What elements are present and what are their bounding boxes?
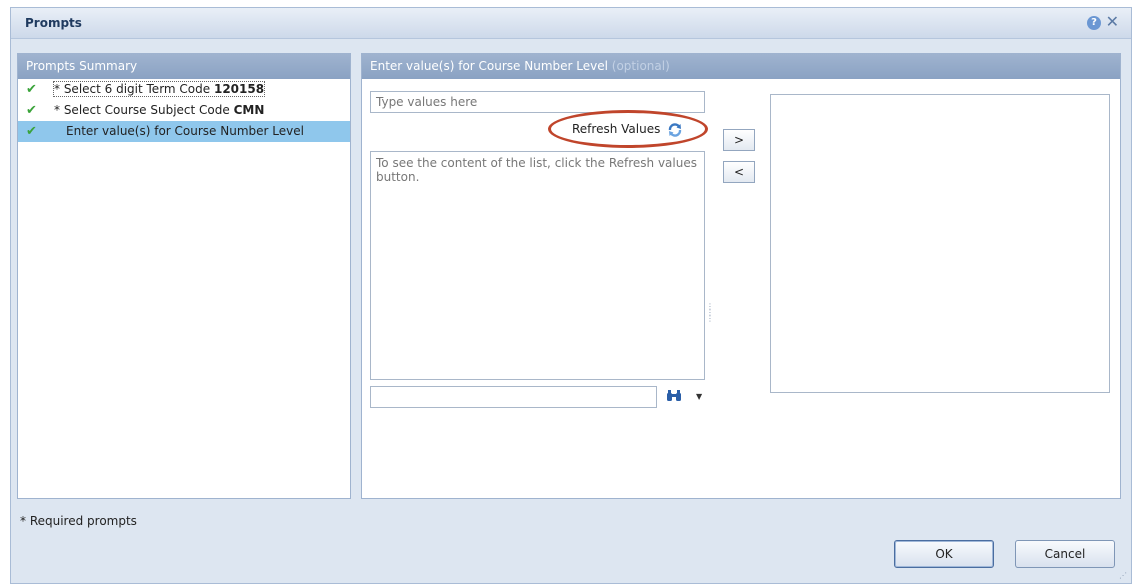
list-hint-text: To see the content of the list, click th… (376, 156, 697, 184)
binoculars-icon[interactable] (666, 389, 682, 407)
prompts-dialog: Prompts ? ✕ Prompts Summary ✔ * Select 6… (10, 7, 1132, 584)
remove-value-button[interactable]: < (723, 161, 755, 183)
prompts-summary-header: Prompts Summary (18, 54, 350, 79)
dialog-title: Prompts (25, 16, 82, 30)
ok-button[interactable]: OK (894, 540, 994, 568)
prompt-item-label: * Select 6 digit Term Code (54, 82, 214, 96)
prompt-item-label: Enter value(s) for Course Number Level (66, 124, 304, 138)
cancel-button[interactable]: Cancel (1015, 540, 1115, 568)
value-entry-title: Enter value(s) for Course Number Level (370, 59, 608, 73)
add-value-button[interactable]: > (723, 129, 755, 151)
search-input[interactable] (370, 386, 657, 408)
close-icon[interactable]: ✕ (1106, 13, 1119, 31)
splitter-handle[interactable]: ⋮ ⋮ ⋮ (706, 303, 714, 344)
prompt-item-course-number-level[interactable]: ✔ Enter value(s) for Course Number Level (18, 121, 350, 142)
check-icon: ✔ (26, 124, 37, 139)
check-icon: ✔ (26, 82, 37, 97)
refresh-values-button[interactable]: Refresh Values (572, 119, 683, 139)
selected-values-list[interactable] (770, 94, 1110, 393)
prompt-item-term-code[interactable]: ✔ * Select 6 digit Term Code 120158 (18, 79, 350, 100)
refresh-values-label: Refresh Values (572, 122, 661, 136)
help-icon[interactable]: ? (1087, 16, 1101, 30)
type-values-input[interactable]: Type values here (370, 91, 705, 113)
prompt-item-subject-code[interactable]: ✔ * Select Course Subject Code CMN (18, 100, 350, 121)
resize-grip[interactable]: ⋰ (1119, 571, 1129, 581)
value-entry-header: Enter value(s) for Course Number Level (… (362, 54, 1120, 79)
prompt-item-value: 120158 (213, 82, 265, 96)
dialog-titlebar: Prompts ? ✕ (11, 8, 1131, 39)
check-icon: ✔ (26, 103, 37, 118)
optional-label: (optional) (611, 59, 670, 73)
prompt-item-value: CMN (233, 103, 265, 117)
available-values-list[interactable]: To see the content of the list, click th… (370, 151, 705, 380)
prompts-summary-panel: Prompts Summary ✔ * Select 6 digit Term … (17, 53, 351, 499)
prompt-item-label: * Select Course Subject Code (54, 103, 234, 117)
required-prompts-note: * Required prompts (20, 514, 137, 528)
search-options-chevron-down-icon[interactable]: ▼ (696, 392, 702, 401)
refresh-icon (667, 122, 683, 138)
prompt-item-text: * Select 6 digit Term Code 120158 (52, 81, 266, 97)
value-entry-panel: Enter value(s) for Course Number Level (… (361, 53, 1121, 499)
